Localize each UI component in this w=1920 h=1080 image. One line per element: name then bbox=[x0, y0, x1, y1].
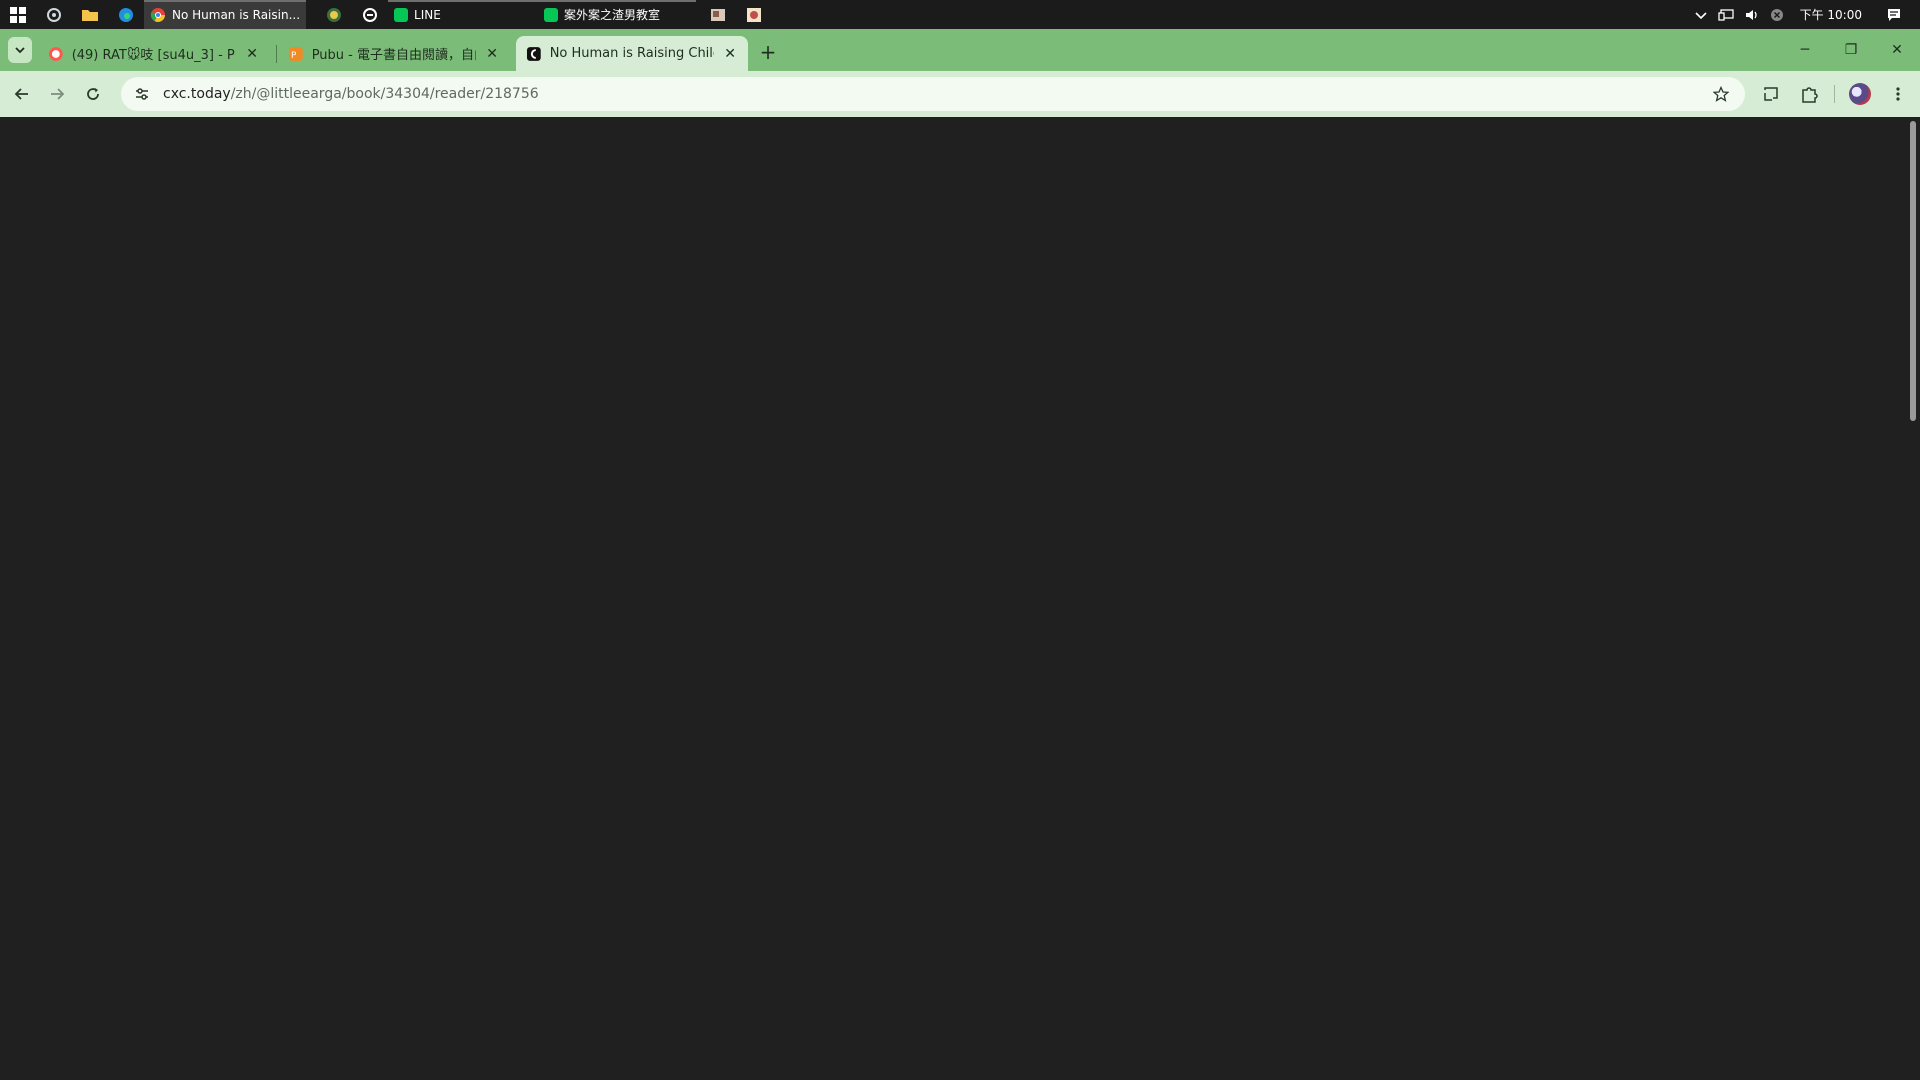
tab-title: Pubu - 電子書自由閱讀，自由出版 bbox=[311, 48, 477, 63]
running-indicator bbox=[538, 0, 697, 2]
taskbar-app-5[interactable] bbox=[736, 0, 772, 29]
taskbar-app-4[interactable] bbox=[700, 0, 736, 29]
status-x-icon[interactable] bbox=[1770, 8, 1784, 22]
star-icon bbox=[1713, 86, 1729, 102]
tune-icon bbox=[136, 88, 148, 100]
tab-pubu[interactable]: P Pubu - 電子書自由閱讀，自由出版 ✕ bbox=[278, 36, 510, 71]
reload-button[interactable] bbox=[79, 80, 107, 108]
forward-button[interactable] bbox=[43, 80, 71, 108]
tab-plurk[interactable]: (49) RAT🐭吱 [su4u_3] - Plurk ✕ bbox=[38, 36, 270, 71]
tab-search-button[interactable] bbox=[8, 37, 32, 63]
tab-title: No Human is Raising Children bbox=[549, 46, 715, 61]
new-tab-button[interactable]: + bbox=[756, 40, 780, 64]
tab-title: (49) RAT🐭吱 [su4u_3] - Plurk bbox=[71, 48, 237, 63]
line-icon bbox=[394, 7, 409, 22]
avatar bbox=[1849, 83, 1871, 105]
tab-close-button[interactable]: ✕ bbox=[244, 46, 260, 62]
windows-icon bbox=[10, 6, 26, 23]
taskbar-app-2[interactable] bbox=[316, 0, 352, 29]
volume-icon[interactable] bbox=[1744, 8, 1760, 22]
start-button[interactable] bbox=[0, 0, 36, 29]
line-icon bbox=[544, 7, 559, 22]
taskbar-app-3[interactable] bbox=[352, 0, 388, 29]
kebab-menu-icon bbox=[1896, 87, 1900, 101]
taskbar-chrome[interactable]: No Human is Raisin... bbox=[144, 0, 307, 29]
chevron-down-icon bbox=[15, 47, 25, 54]
profile-button[interactable] bbox=[1846, 80, 1874, 108]
tab-cxc-active[interactable]: No Human is Raising Children ✕ bbox=[516, 36, 748, 71]
minimize-button[interactable]: ─ bbox=[1782, 29, 1828, 71]
reload-icon bbox=[87, 88, 99, 100]
tab-separator bbox=[276, 45, 277, 63]
pubu-favicon-icon: P bbox=[288, 46, 303, 60]
tab-strip: (49) RAT🐭吱 [su4u_3] - Plurk ✕ P Pubu - 電… bbox=[0, 29, 1920, 71]
taskbar-app-icon[interactable] bbox=[36, 0, 72, 29]
chevron-up-icon[interactable] bbox=[1694, 8, 1708, 22]
url-text: cxc.today/zh/@littleearga/book/34304/rea… bbox=[163, 86, 539, 102]
back-button[interactable] bbox=[8, 80, 36, 108]
folder-icon bbox=[82, 9, 98, 21]
taskbar-line[interactable]: LINE bbox=[388, 0, 539, 29]
chrome-icon bbox=[150, 7, 165, 22]
url-host: cxc.today bbox=[163, 86, 231, 102]
puzzle-icon bbox=[1802, 87, 1818, 103]
cast-button[interactable] bbox=[1757, 80, 1785, 108]
app-badge-icon bbox=[327, 7, 342, 22]
app-icon bbox=[47, 7, 61, 22]
address-bar[interactable]: cxc.today/zh/@littleearga/book/34304/rea… bbox=[121, 77, 1745, 111]
scrollbar-thumb[interactable] bbox=[1910, 121, 1916, 421]
arrow-left-icon bbox=[14, 88, 28, 100]
taskbar: No Human is Raisin... LINE 案外案之渣男教室 下午 1… bbox=[0, 0, 1920, 29]
tab-close-button[interactable]: ✕ bbox=[484, 46, 500, 62]
tab-close-button[interactable]: ✕ bbox=[722, 46, 738, 62]
bookmark-button[interactable] bbox=[1711, 84, 1731, 104]
edge-button[interactable] bbox=[108, 0, 144, 29]
taskbar-line-chat-label: 案外案之渣男教室 bbox=[564, 8, 661, 22]
network-icon[interactable] bbox=[1717, 8, 1734, 22]
extensions-button[interactable] bbox=[1795, 80, 1823, 108]
screen-share-icon bbox=[1764, 87, 1778, 101]
running-indicator bbox=[388, 0, 539, 2]
close-window-button[interactable]: ✕ bbox=[1874, 29, 1920, 71]
clock[interactable]: 下午 10:00 bbox=[1800, 6, 1862, 23]
active-indicator bbox=[144, 0, 307, 2]
plurk-favicon-icon bbox=[48, 46, 63, 61]
file-explorer-button[interactable] bbox=[72, 0, 108, 29]
system-tray: 下午 10:00 bbox=[1694, 0, 1920, 29]
edge-icon bbox=[119, 7, 133, 22]
browser-toolbar: cxc.today/zh/@littleearga/book/34304/rea… bbox=[0, 71, 1920, 117]
menu-button[interactable] bbox=[1884, 80, 1912, 108]
chat-icon bbox=[363, 7, 378, 22]
site-info-button[interactable] bbox=[127, 86, 157, 102]
restore-button[interactable]: ❐ bbox=[1828, 29, 1874, 71]
url-path: /zh/@littleearga/book/34304/reader/21875… bbox=[230, 86, 539, 102]
taskbar-line-label: LINE bbox=[414, 7, 441, 22]
taskbar-line-chat[interactable]: 案外案之渣男教室 bbox=[538, 0, 697, 29]
taskbar-chrome-label: No Human is Raisin... bbox=[172, 7, 301, 22]
notification-icon[interactable] bbox=[1886, 7, 1902, 23]
page-content bbox=[0, 117, 1906, 1080]
cxc-favicon-icon bbox=[526, 46, 541, 61]
arrow-right-icon bbox=[51, 88, 65, 100]
image-app-icon bbox=[711, 8, 726, 21]
photo-app-icon bbox=[747, 7, 762, 22]
toolbar-divider bbox=[1834, 85, 1835, 103]
svg-text:P: P bbox=[291, 50, 297, 60]
